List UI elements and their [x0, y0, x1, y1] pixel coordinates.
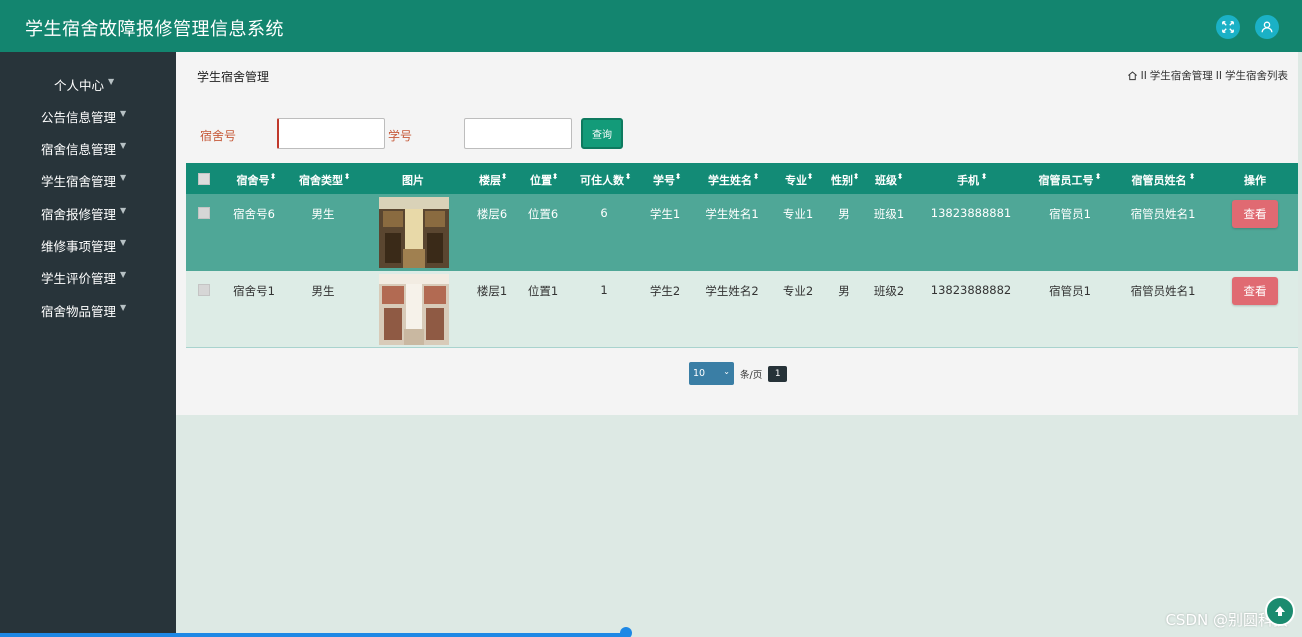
col-header-phone[interactable]: 手机 [957, 172, 979, 188]
caret-down-icon: ▼ [120, 206, 127, 215]
user-icon[interactable] [1255, 15, 1279, 39]
breadcrumb: II 学生宿舍管理 II 学生宿舍列表 [1127, 68, 1288, 83]
sort-icon[interactable]: ⬍ [1095, 172, 1102, 181]
caret-down-icon: ▼ [108, 77, 115, 86]
caret-down-icon: ▼ [120, 109, 127, 118]
col-header-floor[interactable]: 楼层 [479, 172, 501, 188]
sort-icon[interactable]: ⬍ [675, 172, 682, 181]
student-number-input[interactable] [464, 118, 572, 149]
col-header-class[interactable]: 班级 [875, 172, 897, 188]
sort-icon[interactable]: ⬍ [552, 172, 559, 181]
col-header-dorm[interactable]: 宿舍号 [237, 172, 270, 188]
data-table: 宿舍号 ⬍ 宿舍类型 ⬍ 图片 楼层 ⬍ 位置 ⬍ 可住人数 ⬍ 学号 ⬍ 学生姓名 ⬍ 专业… [186, 163, 1298, 348]
sort-icon[interactable]: ⬍ [981, 172, 988, 181]
col-header-major[interactable]: 专业 [785, 172, 807, 188]
sidebar-item-repair[interactable]: 宿舍报修管理 ▼ [0, 197, 176, 227]
page-number[interactable]: 1 [768, 365, 788, 382]
progress-knob[interactable] [620, 627, 632, 637]
row-checkbox[interactable] [198, 284, 210, 296]
col-header-position[interactable]: 位置 [530, 172, 552, 188]
sidebar-item-student-dorm[interactable]: 学生宿舍管理 ▼ [0, 164, 176, 194]
sidebar-item-evaluation[interactable]: 学生评价管理 ▼ [0, 261, 176, 291]
sidebar-item-dorm-goods[interactable]: 宿舍物品管理 ▼ [0, 294, 176, 324]
sidebar: 个人中心 ▼ 公告信息管理 ▼ 宿舍信息管理 ▼ 学生宿舍管理 ▼ 宿舍报修管理… [0, 52, 176, 637]
dorm-number-input[interactable] [277, 118, 385, 149]
dorm-photo [379, 197, 449, 268]
table-row[interactable]: 宿舍号6 男生 楼层6 位置6 6 学生1 学生姓名1 专业1 男 班级1 13… [186, 194, 1298, 271]
home-icon[interactable] [1127, 70, 1138, 81]
sort-icon[interactable]: ⬍ [1189, 172, 1196, 181]
caret-down-icon: ▼ [120, 141, 127, 150]
sort-icon[interactable]: ⬍ [897, 172, 904, 181]
row-checkbox[interactable] [198, 207, 210, 219]
student-number-field[interactable] [465, 119, 571, 148]
breadcrumb-item: 学生宿舍列表 [1225, 70, 1288, 82]
scroll-top-button[interactable] [1265, 596, 1295, 626]
dorm-number-label: 宿舍号 [200, 129, 237, 143]
sidebar-item-personal-center[interactable]: 个人中心 ▼ [0, 68, 176, 98]
view-button[interactable]: 查看 [1232, 200, 1278, 228]
sort-icon[interactable]: ⬍ [501, 172, 508, 181]
sort-icon[interactable]: ⬍ [344, 172, 351, 181]
dorm-photo [379, 274, 449, 345]
view-button[interactable]: 查看 [1232, 277, 1278, 305]
col-header-capacity[interactable]: 可住人数 [580, 172, 624, 188]
sort-icon[interactable]: ⬍ [753, 172, 760, 181]
select-all-checkbox[interactable] [198, 173, 210, 185]
col-header-type[interactable]: 宿舍类型 [299, 172, 343, 188]
caret-down-icon: ▼ [120, 238, 127, 247]
table-header: 宿舍号 ⬍ 宿舍类型 ⬍ 图片 楼层 ⬍ 位置 ⬍ 可住人数 ⬍ 学号 ⬍ 学生姓名 ⬍ 专业… [186, 163, 1298, 194]
table-row[interactable]: 宿舍号1 男生 楼层1 位置1 1 学生2 学生姓名2 专业2 男 班级2 13… [186, 271, 1298, 348]
fullscreen-icon[interactable] [1216, 15, 1240, 39]
caret-down-icon: ▼ [120, 173, 127, 182]
sort-icon[interactable]: ⬍ [807, 172, 814, 181]
sort-icon[interactable]: ⬍ [625, 172, 632, 181]
page-size-select[interactable]: 10 ⌄ [689, 362, 734, 385]
student-number-label: 学号 [388, 129, 413, 143]
sidebar-item-dorm-info[interactable]: 宿舍信息管理 ▼ [0, 132, 176, 162]
caret-down-icon: ▼ [120, 270, 127, 279]
app-title: 学生宿舍故障报修管理信息系统 [25, 19, 284, 40]
col-header-keeper-no[interactable]: 宿管员工号 [1039, 172, 1094, 188]
top-bar: 学生宿舍故障报修管理信息系统 [0, 0, 1302, 52]
col-header-keeper-name[interactable]: 宿管员姓名 [1132, 172, 1187, 188]
query-button[interactable]: 查询 [581, 118, 623, 149]
arrow-up-icon [1275, 606, 1285, 616]
page-title: 学生宿舍管理 [197, 70, 270, 84]
col-header-image: 图片 [402, 174, 424, 187]
caret-down-icon: ▼ [120, 303, 127, 312]
col-header-action: 操作 [1244, 174, 1266, 187]
sidebar-item-maintenance[interactable]: 维修事项管理 ▼ [0, 229, 176, 259]
main-panel: 学生宿舍管理 II 学生宿舍管理 II 学生宿舍列表 宿舍号 学号 查询 宿舍号… [176, 52, 1298, 415]
per-page-label: 条/页 [740, 369, 763, 381]
breadcrumb-item[interactable]: 学生宿舍管理 [1150, 68, 1213, 83]
col-header-student-name[interactable]: 学生姓名 [708, 172, 752, 188]
sort-icon[interactable]: ⬍ [853, 172, 860, 181]
sort-icon[interactable]: ⬍ [270, 172, 277, 181]
progress-bar [0, 633, 626, 637]
pagination: 10 ⌄ 条/页 1 [689, 362, 788, 385]
col-header-gender[interactable]: 性别 [831, 172, 853, 188]
sidebar-item-notice[interactable]: 公告信息管理 ▼ [0, 100, 176, 130]
dorm-number-field[interactable] [279, 119, 384, 148]
col-header-student-no[interactable]: 学号 [653, 172, 675, 188]
chevron-down-icon: ⌄ [723, 367, 730, 376]
